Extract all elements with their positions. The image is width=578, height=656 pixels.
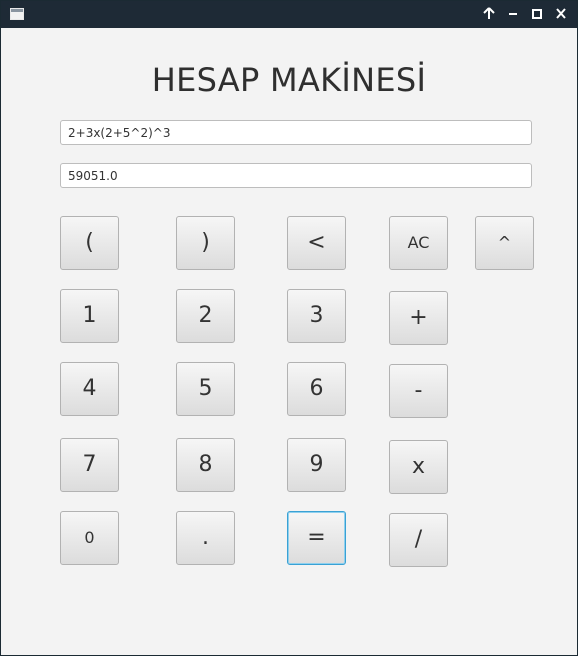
close-icon[interactable] <box>552 5 570 23</box>
digit-4-button[interactable]: 4 <box>60 362 119 416</box>
title-bar[interactable] <box>1 1 577 28</box>
close-paren-button[interactable]: ) <box>176 216 235 270</box>
app-title: HESAP MAKİNESİ <box>151 61 427 99</box>
backspace-button[interactable]: < <box>287 216 346 270</box>
power-button[interactable]: ^ <box>475 216 534 270</box>
digit-3-button[interactable]: 3 <box>287 289 346 343</box>
maximize-icon[interactable] <box>528 5 546 23</box>
digit-5-button[interactable]: 5 <box>176 362 235 416</box>
window-icon <box>10 8 24 20</box>
decimal-point-button[interactable]: . <box>176 511 235 565</box>
digit-6-button[interactable]: 6 <box>287 362 346 416</box>
digit-7-button[interactable]: 7 <box>60 438 119 492</box>
plus-button[interactable]: + <box>389 291 448 345</box>
result-field[interactable] <box>60 163 532 188</box>
multiply-button[interactable]: x <box>389 440 448 494</box>
digit-2-button[interactable]: 2 <box>176 289 235 343</box>
minimize-icon[interactable] <box>504 5 522 23</box>
clear-button[interactable]: AC <box>389 216 448 270</box>
minus-button[interactable]: - <box>389 364 448 418</box>
digit-8-button[interactable]: 8 <box>176 438 235 492</box>
equals-button[interactable]: = <box>287 511 346 565</box>
digit-1-button[interactable]: 1 <box>60 289 119 343</box>
arrow-up-icon[interactable] <box>480 5 498 23</box>
expression-field[interactable] <box>60 120 532 145</box>
digit-0-button[interactable]: 0 <box>60 511 119 565</box>
calculator-window: HESAP MAKİNESİ ( ) < AC ^ 1 2 3 + 4 5 6 … <box>0 0 578 656</box>
digit-9-button[interactable]: 9 <box>287 438 346 492</box>
open-paren-button[interactable]: ( <box>60 216 119 270</box>
divide-button[interactable]: / <box>389 513 448 567</box>
